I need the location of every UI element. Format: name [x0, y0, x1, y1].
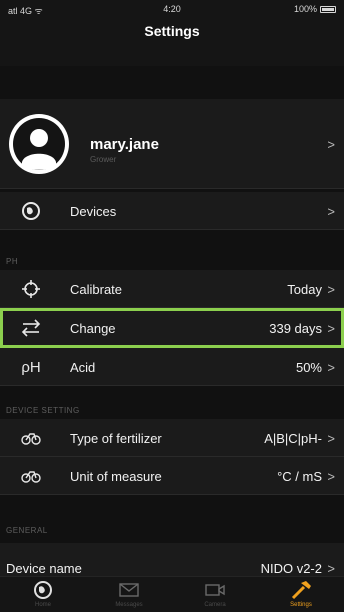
acid-row[interactable]: ρH Acid 50% >: [0, 348, 344, 386]
calibrate-label: Calibrate: [70, 282, 123, 297]
chevron-right-icon: >: [327, 321, 335, 336]
fertilizer-row[interactable]: Type of fertilizer A|B|C|pH- >: [0, 419, 344, 457]
swap-arrows-icon: [20, 317, 42, 339]
section-title: DEVICE SETTING: [6, 406, 80, 415]
device-name-value: NIDO v2-2: [260, 561, 322, 576]
acid-label: Acid: [70, 360, 96, 375]
globe-icon: [20, 200, 42, 222]
tab-label: Home: [34, 602, 51, 608]
camera-icon: [202, 580, 228, 600]
user-silhouette-icon: [10, 115, 68, 173]
devices-label: Devices: [70, 204, 117, 219]
bike-icon: [20, 465, 42, 487]
device-name-label: Device name: [6, 561, 82, 576]
section-header-general: GENERAL: [0, 495, 344, 543]
bike-icon: [20, 427, 42, 449]
tab-bar: Home Messages Camera Settings: [0, 576, 344, 612]
battery-icon: [320, 5, 336, 13]
acid-value: 50%: [295, 360, 322, 375]
calibrate-value: Today: [287, 282, 322, 297]
spacer: [0, 66, 344, 99]
tab-label: Messages: [115, 602, 143, 608]
unit-of-measure-row[interactable]: Unit of measure °C / mS >: [0, 457, 344, 495]
change-row[interactable]: Change 339 days >: [0, 308, 344, 348]
globe-icon: [30, 580, 56, 600]
ph-icon: ρH: [21, 358, 41, 376]
section-header-device-setting: DEVICE SETTING: [0, 386, 344, 419]
fertilizer-value: A|B|C|pH-: [264, 431, 322, 446]
chevron-right-icon: >: [327, 561, 335, 576]
chevron-right-icon: >: [327, 360, 335, 375]
devices-row[interactable]: Devices >: [0, 192, 344, 230]
chevron-right-icon: >: [327, 469, 335, 484]
chevron-right-icon: >: [327, 431, 335, 446]
tab-home[interactable]: Home: [0, 577, 86, 612]
chevron-right-icon: >: [327, 137, 335, 152]
profile-name: mary.jane: [90, 136, 159, 153]
tab-messages[interactable]: Messages: [86, 577, 172, 612]
section-title: GENERAL: [6, 526, 48, 535]
change-label: Change: [70, 321, 116, 336]
battery-indicator: 100%: [294, 4, 336, 14]
clock: 4:20: [163, 4, 181, 14]
unit-label: Unit of measure: [70, 469, 162, 484]
battery-percent: 100%: [293, 4, 317, 14]
unit-value: °C / mS: [277, 469, 322, 484]
hammer-icon: [288, 580, 314, 600]
change-value: 339 days: [269, 321, 322, 336]
section-title: PH: [6, 257, 19, 266]
target-icon: [20, 278, 42, 300]
tab-settings[interactable]: Settings: [258, 577, 344, 612]
tab-label: Camera: [204, 602, 226, 608]
tab-label: Settings: [290, 602, 312, 608]
device-name-row[interactable]: Device name NIDO v2-2 >: [0, 543, 344, 579]
section-header-ph: PH: [0, 230, 344, 270]
page-title: Settings: [144, 23, 200, 39]
fertilizer-label: Type of fertilizer: [70, 431, 162, 446]
chevron-right-icon: >: [327, 204, 335, 219]
tab-camera[interactable]: Camera: [172, 577, 258, 612]
envelope-icon: [116, 580, 142, 600]
avatar: [9, 114, 69, 174]
profile-row[interactable]: mary.jane Grower >: [0, 99, 344, 189]
status-bar: atl 4G ᯤ 4:20 100%: [0, 0, 344, 18]
calibrate-row[interactable]: Calibrate Today >: [0, 270, 344, 308]
profile-role: Grower: [90, 155, 117, 164]
chevron-right-icon: >: [327, 282, 335, 297]
